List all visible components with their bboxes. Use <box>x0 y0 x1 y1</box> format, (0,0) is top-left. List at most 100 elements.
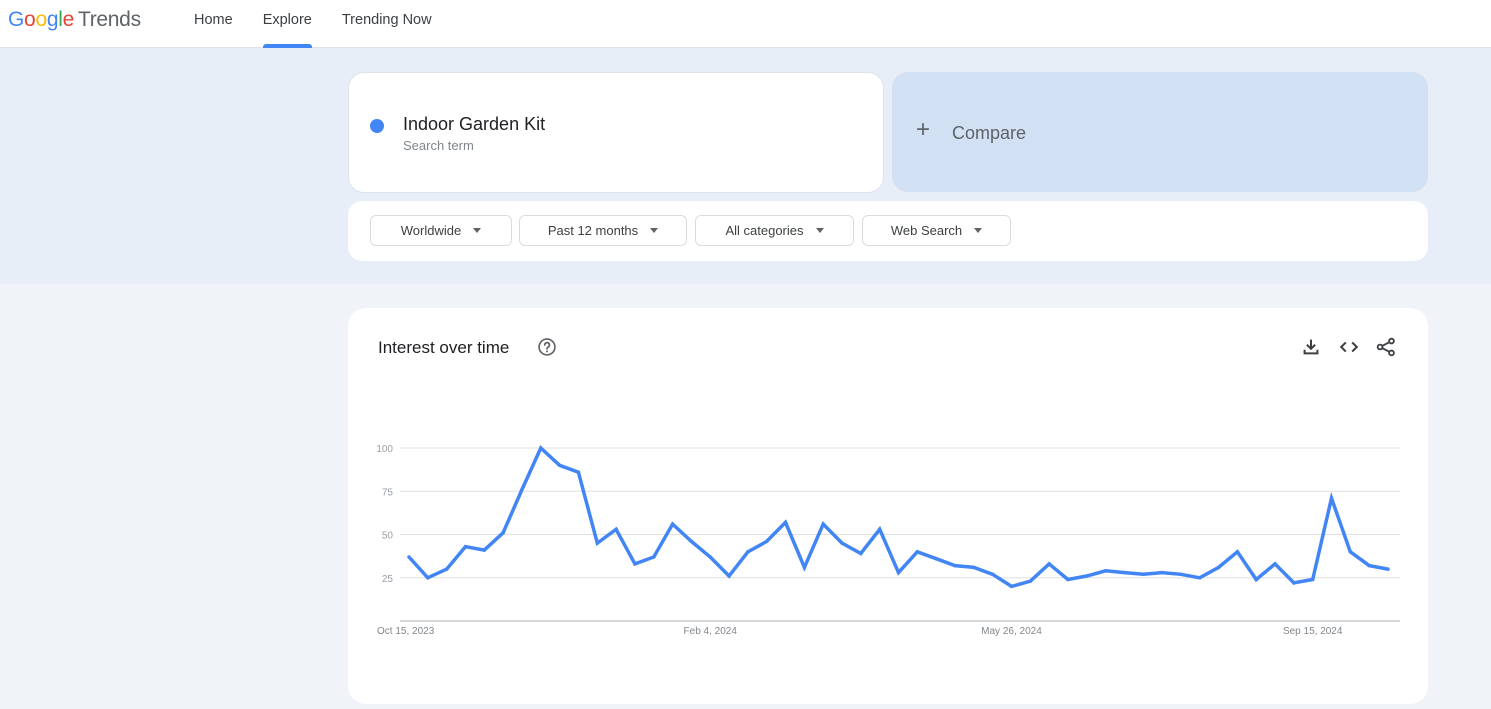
search-type-filter-dropdown[interactable]: Web Search <box>862 215 1011 246</box>
data-point[interactable] <box>1367 563 1371 568</box>
x-tick-label: Oct 15, 2023 <box>377 626 435 637</box>
data-point[interactable] <box>896 570 901 575</box>
compare-button[interactable]: + Compare <box>892 72 1428 192</box>
data-point[interactable] <box>1310 577 1315 582</box>
data-point[interactable] <box>557 463 562 468</box>
data-point[interactable] <box>1085 574 1089 578</box>
category-filter-dropdown[interactable]: All categories <box>695 215 854 246</box>
data-point[interactable] <box>520 487 524 492</box>
data-point[interactable] <box>576 470 581 474</box>
logo-letter: o <box>24 8 36 31</box>
data-point[interactable] <box>633 562 637 566</box>
data-point[interactable] <box>1028 579 1033 583</box>
data-point[interactable] <box>1197 576 1202 580</box>
data-point[interactable] <box>840 541 844 545</box>
filter-label: Past 12 months <box>547 223 639 238</box>
search-term-name[interactable]: Indoor Garden Kit <box>403 114 545 135</box>
y-tick-label: 100 <box>376 444 393 455</box>
caret-down-icon <box>473 228 482 233</box>
data-point[interactable] <box>1179 572 1183 577</box>
time-range-filter-dropdown[interactable]: Past 12 months <box>519 215 687 246</box>
filter-bar: Worldwide Past 12 months All categories … <box>348 201 1428 261</box>
data-point[interactable] <box>764 539 769 544</box>
data-point[interactable] <box>1273 562 1277 566</box>
data-point[interactable] <box>859 551 863 556</box>
grid-lines <box>400 447 1400 579</box>
data-point[interactable] <box>595 541 600 545</box>
data-point[interactable] <box>1103 569 1108 573</box>
data-point[interactable] <box>614 527 618 532</box>
data-point[interactable] <box>915 550 920 554</box>
y-tick-label: 50 <box>382 531 394 542</box>
data-point[interactable] <box>708 555 712 559</box>
data-point[interactable] <box>1292 581 1296 585</box>
data-point[interactable] <box>972 565 976 570</box>
plus-icon: + <box>916 116 931 143</box>
data-point[interactable] <box>1235 550 1240 554</box>
data-point[interactable] <box>670 522 675 526</box>
x-axis-ticks: Oct 15, 2023 Feb 4, 2024 May 26, 2024 Sep 1… <box>377 626 1343 637</box>
series-points <box>407 446 1390 589</box>
data-point[interactable] <box>1348 550 1353 554</box>
data-point[interactable] <box>1122 570 1127 575</box>
data-point[interactable] <box>934 556 938 561</box>
y-tick-label: 75 <box>382 487 394 498</box>
data-point[interactable] <box>746 550 750 554</box>
data-point[interactable] <box>1009 584 1014 589</box>
logo-letter: o <box>35 8 47 31</box>
term-color-dot <box>370 119 384 133</box>
logo-letter: e <box>62 8 75 31</box>
interest-over-time-widget: Interest over time 25 50 75 100 Oct 15, 202… <box>348 308 1428 704</box>
main-nav: Home Explore Trending Now <box>194 0 462 48</box>
nav-tab-explore[interactable]: Explore <box>262 0 313 48</box>
data-point[interactable] <box>821 522 825 526</box>
data-point[interactable] <box>802 565 807 570</box>
data-point[interactable] <box>1047 562 1051 566</box>
filter-label: Web Search <box>890 223 963 238</box>
caret-down-icon <box>815 228 824 233</box>
data-point[interactable] <box>407 555 411 559</box>
data-point[interactable] <box>877 527 882 532</box>
data-point[interactable] <box>426 576 430 580</box>
data-point[interactable] <box>1216 565 1221 570</box>
nav-tab-home[interactable]: Home <box>194 0 233 48</box>
interest-line-chart: 25 50 75 100 Oct 15, 2023 Feb 4, 2024 May 26,… <box>376 444 1400 637</box>
data-point[interactable] <box>1329 496 1334 500</box>
caret-down-icon <box>974 228 983 233</box>
region-filter-dropdown[interactable]: Worldwide <box>370 215 512 246</box>
top-bar: Google Trends Home Explore Trending Now <box>0 0 1491 48</box>
data-point[interactable] <box>1141 572 1146 577</box>
data-point[interactable] <box>1254 577 1258 582</box>
logo-letter: G <box>8 8 25 31</box>
filter-label: All categories <box>725 223 804 238</box>
data-point[interactable] <box>689 539 694 544</box>
google-trends-logo[interactable]: Google Trends <box>8 8 141 32</box>
y-tick-label: 25 <box>382 574 394 585</box>
search-term-card[interactable]: Indoor Garden Kit Search term <box>348 72 884 193</box>
data-point[interactable] <box>463 544 468 549</box>
data-point[interactable] <box>990 572 995 577</box>
data-point[interactable] <box>652 555 656 559</box>
data-point[interactable] <box>501 531 505 535</box>
data-point[interactable] <box>953 563 957 568</box>
caret-down-icon <box>650 228 659 233</box>
data-point[interactable] <box>727 574 731 578</box>
nav-tab-trending-now[interactable]: Trending Now <box>342 0 432 48</box>
filter-label: Worldwide <box>400 223 462 238</box>
data-point[interactable] <box>1066 577 1070 582</box>
search-term-type: Search term <box>403 138 474 153</box>
x-tick-label: May 26, 2024 <box>981 626 1042 637</box>
series-line-indoor-garden-kit <box>407 445 1389 589</box>
data-point[interactable] <box>1160 570 1164 575</box>
logo-product-name: Trends <box>77 8 141 31</box>
x-tick-label: Feb 4, 2024 <box>684 626 738 637</box>
logo-letter: g <box>46 8 59 31</box>
compare-label: Compare <box>952 123 1027 143</box>
data-point[interactable] <box>1386 567 1390 571</box>
data-point[interactable] <box>783 520 788 525</box>
data-point[interactable] <box>444 567 449 571</box>
data-point[interactable] <box>482 548 487 552</box>
data-point[interactable] <box>539 446 543 450</box>
y-axis-ticks: 25 50 75 100 <box>376 444 393 585</box>
x-tick-label: Sep 15, 2024 <box>1283 626 1343 637</box>
